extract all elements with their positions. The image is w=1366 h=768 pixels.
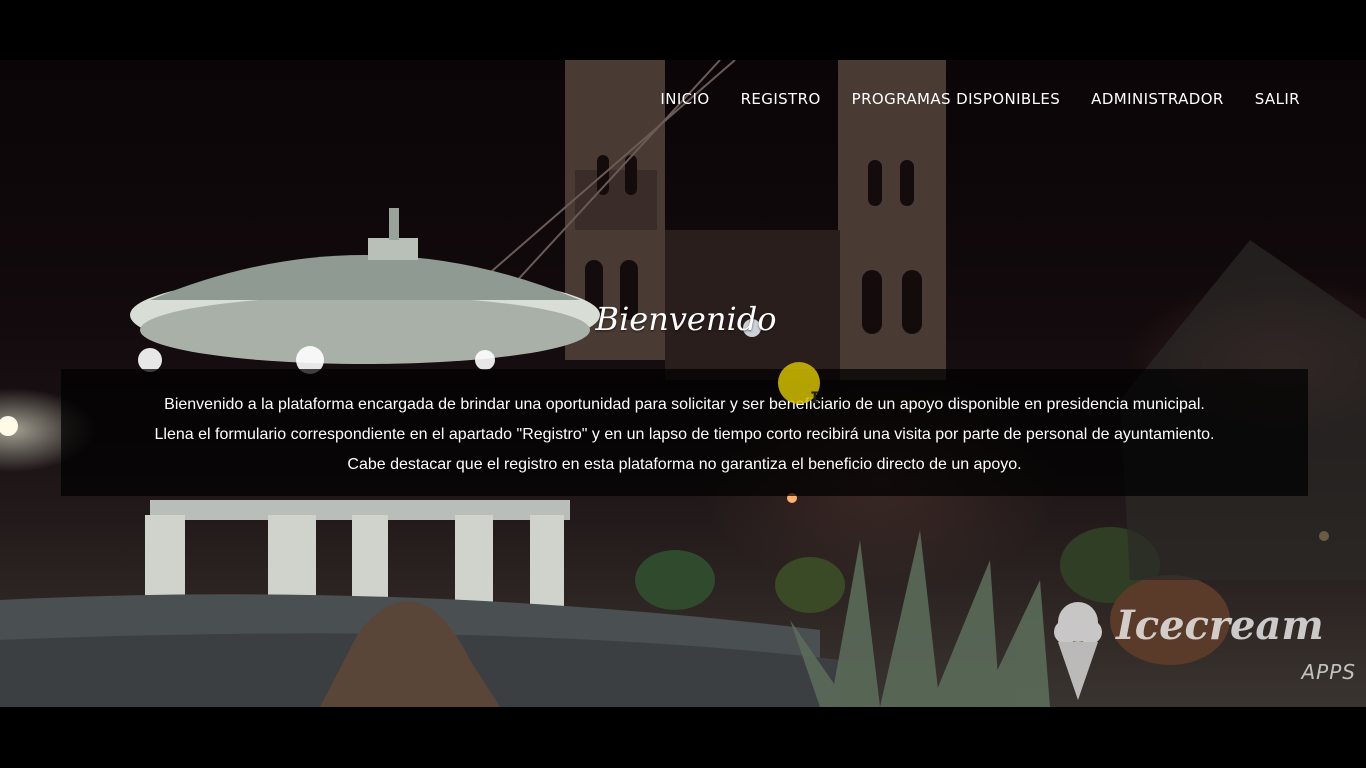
ice-cream-icon [1054, 602, 1102, 700]
welcome-paragraph-3: Cabe destacar que el registro en esta pl… [347, 456, 1022, 473]
nav-inicio[interactable]: INICIO [660, 90, 709, 108]
nav-administrador[interactable]: ADMINISTRADOR [1091, 90, 1224, 108]
watermark: Icecream APPS [1048, 600, 1360, 700]
hero-title: Bienvenido [595, 300, 777, 338]
main-nav: INICIO REGISTRO PROGRAMAS DISPONIBLES AD… [660, 90, 1300, 108]
watermark-sub: APPS [1301, 660, 1356, 684]
welcome-info-box: Bienvenido a la plataforma encargada de … [61, 369, 1308, 496]
hero-background: INICIO REGISTRO PROGRAMAS DISPONIBLES AD… [0, 60, 1366, 707]
letterbox-top [0, 0, 1366, 60]
welcome-paragraph-2: Llena el formulario correspondiente en e… [154, 426, 1215, 443]
text-cursor-icon: I [810, 388, 820, 407]
watermark-brand: Icecream [1116, 602, 1324, 649]
nav-programas-disponibles[interactable]: PROGRAMAS DISPONIBLES [852, 90, 1061, 108]
nav-salir[interactable]: SALIR [1255, 90, 1300, 108]
letterbox-bottom [0, 707, 1366, 768]
welcome-paragraph-1: Bienvenido a la plataforma encargada de … [164, 396, 1205, 413]
nav-registro[interactable]: REGISTRO [741, 90, 821, 108]
